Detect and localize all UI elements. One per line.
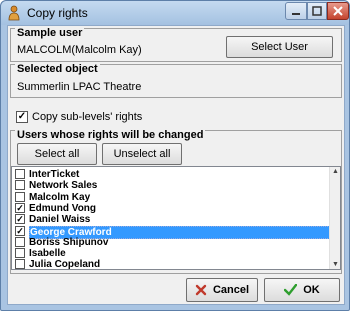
list-item-checkbox[interactable] [15,236,25,247]
list-item-label: Malcolm Kay [29,191,91,203]
users-group-label: Users whose rights will be changed [15,129,206,142]
app-icon [7,5,21,21]
list-item-label: Julia Copeland [29,259,101,270]
list-item-checkbox[interactable] [15,180,25,191]
sample-user-group: Sample user MALCOLM(Malcolm Kay) Select … [10,27,342,62]
selected-object-group: Selected object Summerlin LPAC Theatre [10,63,342,98]
copy-sublevels-check-box[interactable]: ✓ [16,111,28,123]
copy-sublevels-checkbox[interactable]: ✓ Copy sub-levels' rights [16,110,216,124]
maximize-button[interactable] [307,2,327,20]
cancel-label: Cancel [212,284,250,296]
cancel-icon [195,284,207,296]
list-item[interactable]: Malcolm Kay [12,191,330,203]
ok-label: OK [303,284,320,296]
copy-sublevels-label: Copy sub-levels' rights [32,111,143,123]
list-item-checkbox[interactable]: ✓ [15,225,25,236]
maximize-icon [312,6,322,16]
list-item-checkbox[interactable]: ✓ [15,202,25,213]
list-item[interactable]: ✓ Daniel Waiss [12,214,330,225]
scroll-up-icon[interactable]: ▲ [331,167,340,176]
select-all-button[interactable]: Select all [17,143,97,165]
list-item[interactable]: Network Sales [12,180,330,191]
list-item-label: Daniel Waiss [29,214,91,226]
list-item-label: Edmund Vong [29,202,97,214]
list-item-label: Boriss Shipunov [29,236,109,248]
list-item-checkbox[interactable] [15,259,25,269]
list-item-label: InterTicket [29,169,80,180]
close-button[interactable] [327,2,349,20]
list-item-checkbox[interactable] [15,191,25,202]
sample-user-value: MALCOLM(Malcolm Kay) [17,44,142,56]
list-item-label: Isabelle [29,248,66,260]
selected-object-value: Summerlin LPAC Theatre [17,81,142,93]
scroll-down-icon[interactable]: ▼ [331,260,340,269]
list-item[interactable]: ✓ Edmund Vong [12,202,330,214]
list-item[interactable]: ✓ George Crawford [12,225,330,239]
sample-user-label: Sample user [15,27,85,40]
users-list[interactable]: InterTicket Network Sales Malcolm Kay ✓ Edmu… [11,166,341,270]
ok-button[interactable]: OK [264,278,340,302]
list-item-label: Network Sales [29,180,98,192]
checkmark-icon [284,284,298,296]
cancel-button[interactable]: Cancel [186,278,258,302]
dialog-body: Sample user MALCOLM(Malcolm Kay) Select … [7,25,345,305]
copy-rights-dialog: Copy rights Sample user MALCOLM(Malcolm … [0,0,350,311]
list-item-checkbox[interactable]: ✓ [15,214,25,225]
unselect-all-button[interactable]: Unselect all [102,143,182,165]
select-user-button[interactable]: Select User [226,36,333,58]
list-item[interactable]: Julia Copeland [12,259,330,270]
list-item[interactable]: Boriss Shipunov [12,236,330,248]
window-title: Copy rights [27,6,88,20]
list-item[interactable]: InterTicket [12,169,330,180]
title-bar[interactable]: Copy rights [1,1,349,25]
selected-object-label: Selected object [15,63,100,76]
minimize-button[interactable] [285,2,307,20]
list-item[interactable]: Isabelle [12,248,330,259]
minimize-icon [292,13,300,15]
list-item-checkbox[interactable] [15,248,25,259]
close-icon [333,6,343,16]
users-list-scrollbar[interactable]: ▲ ▼ [329,167,340,269]
list-item-checkbox[interactable] [15,169,25,179]
